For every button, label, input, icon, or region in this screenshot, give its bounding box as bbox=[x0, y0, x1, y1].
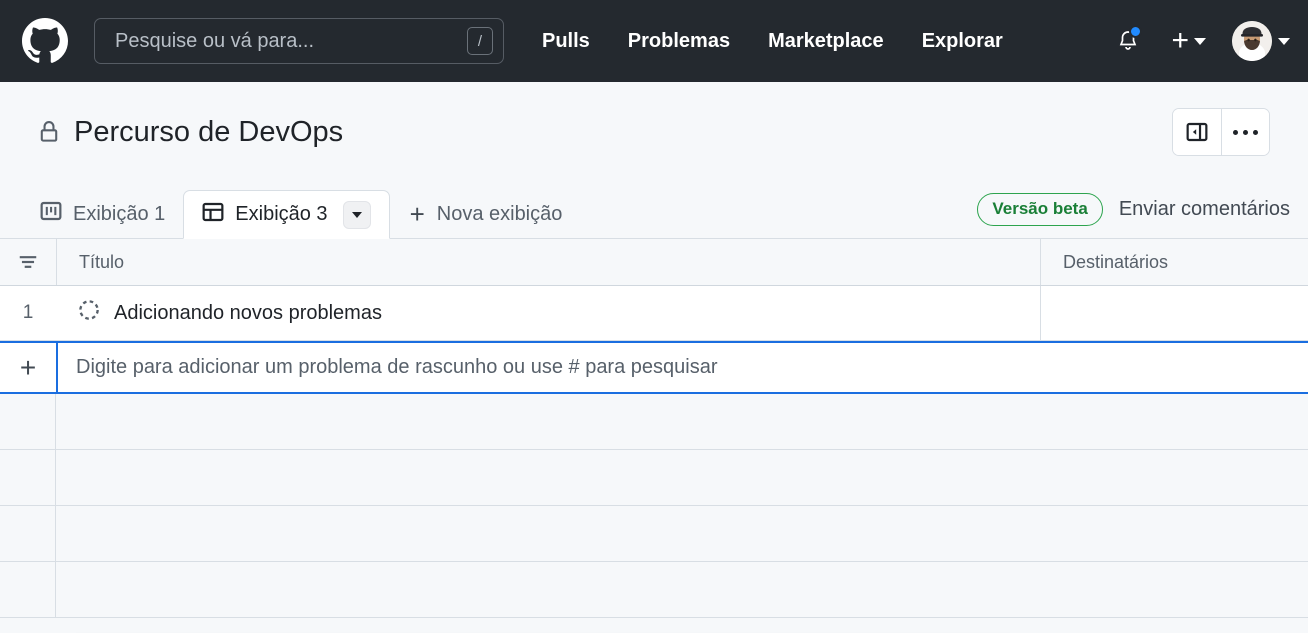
draft-issue-icon bbox=[78, 299, 100, 327]
lock-icon bbox=[38, 119, 60, 145]
avatar bbox=[1232, 21, 1272, 61]
sort-filter-icon[interactable] bbox=[0, 251, 56, 273]
plus-icon[interactable]: + bbox=[0, 354, 56, 382]
sidebar-expand-icon[interactable] bbox=[1173, 109, 1221, 155]
github-mark-icon[interactable] bbox=[22, 18, 68, 64]
empty-table-row[interactable] bbox=[0, 450, 1308, 506]
nav-item-marketplace[interactable]: Marketplace bbox=[768, 30, 884, 53]
search-placeholder: Pesquise ou vá para... bbox=[115, 30, 467, 53]
column-header-assignees[interactable]: Destinatários bbox=[1040, 239, 1308, 285]
global-nav: Pulls Problemas Marketplace Explorar bbox=[542, 30, 1003, 53]
global-header: Pesquise ou vá para... / Pulls Problemas… bbox=[0, 0, 1308, 82]
chevron-down-icon bbox=[1278, 38, 1290, 45]
add-item-input[interactable]: Digite para adicionar um problema de ras… bbox=[56, 341, 1308, 394]
table-header-row: Título Destinatários bbox=[0, 239, 1308, 286]
nav-item-pulls[interactable]: Pulls bbox=[542, 30, 590, 53]
notification-dot bbox=[1129, 25, 1142, 38]
tab-exibicao-1[interactable]: Exibição 1 bbox=[22, 190, 183, 238]
table-row[interactable]: 1 Adicionando novos problemas bbox=[0, 286, 1308, 341]
column-header-title[interactable]: Título bbox=[56, 239, 1040, 285]
project-table: Título Destinatários 1 Adicionando novos… bbox=[0, 239, 1308, 618]
plus-icon: + bbox=[410, 201, 425, 227]
kebab-horizontal-icon[interactable] bbox=[1221, 109, 1269, 155]
search-input[interactable]: Pesquise ou vá para... / bbox=[94, 18, 504, 64]
tab-bar-right: Versão beta Enviar comentários bbox=[977, 193, 1290, 238]
notifications-button[interactable] bbox=[1107, 20, 1149, 62]
status-badge: Versão beta bbox=[977, 193, 1102, 226]
project-actions-group bbox=[1172, 108, 1270, 156]
nav-item-issues[interactable]: Problemas bbox=[628, 30, 730, 53]
new-view-label: Nova exibição bbox=[437, 203, 563, 226]
plus-icon: + bbox=[1171, 26, 1189, 56]
new-view-button[interactable]: + Nova exibição bbox=[390, 190, 579, 238]
page-title: Percurso de DevOps bbox=[74, 116, 343, 149]
header-actions: + bbox=[1107, 20, 1290, 62]
create-new-button[interactable]: + bbox=[1171, 26, 1206, 56]
chevron-down-icon bbox=[1194, 38, 1206, 45]
project-header: Percurso de DevOps bbox=[0, 82, 1308, 182]
tab-menu-chevron-down-icon[interactable] bbox=[343, 201, 371, 229]
tab-label: Exibição 1 bbox=[73, 203, 165, 226]
tab-exibicao-3[interactable]: Exibição 3 bbox=[183, 190, 389, 239]
row-title-text: Adicionando novos problemas bbox=[114, 302, 382, 325]
tab-label: Exibição 3 bbox=[235, 203, 327, 226]
row-title-cell[interactable]: Adicionando novos problemas bbox=[56, 286, 1040, 340]
add-item-placeholder: Digite para adicionar um problema de ras… bbox=[76, 356, 718, 379]
empty-table-row[interactable] bbox=[0, 506, 1308, 562]
project-board-icon bbox=[40, 200, 62, 228]
nav-item-explore[interactable]: Explorar bbox=[922, 30, 1003, 53]
account-menu-button[interactable] bbox=[1232, 21, 1290, 61]
send-feedback-link[interactable]: Enviar comentários bbox=[1119, 198, 1290, 221]
add-item-row: + Digite para adicionar um problema de r… bbox=[0, 341, 1308, 394]
row-assignees-cell[interactable] bbox=[1040, 286, 1308, 340]
row-number: 1 bbox=[0, 302, 56, 324]
empty-table-row[interactable] bbox=[0, 562, 1308, 618]
search-shortcut-key: / bbox=[467, 27, 493, 55]
view-tabs: Exibição 1 Exibição 3 + Nova exibição Ve… bbox=[0, 182, 1308, 239]
empty-table-row[interactable] bbox=[0, 394, 1308, 450]
table-icon bbox=[202, 201, 224, 229]
